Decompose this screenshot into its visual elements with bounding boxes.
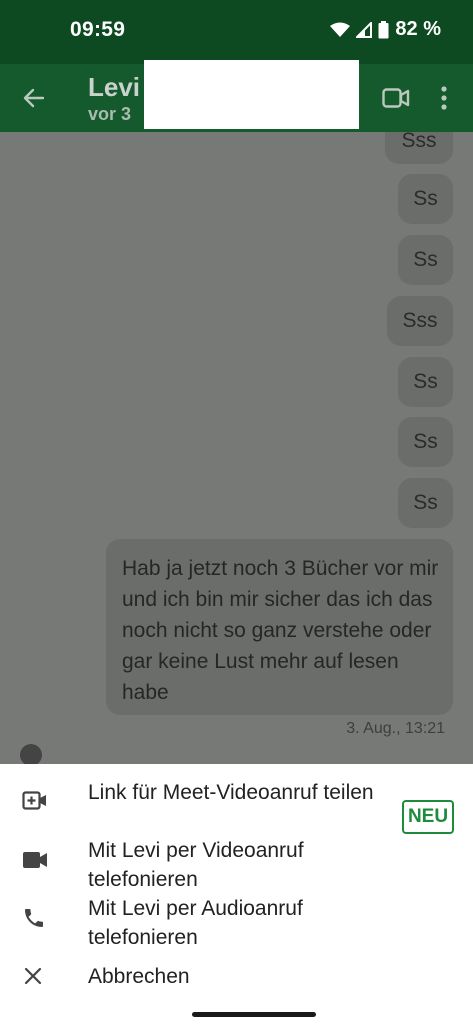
phone-icon <box>22 906 46 935</box>
battery-icon <box>378 20 389 39</box>
message-bubble[interactable]: Ss <box>398 417 453 467</box>
audio-call-label: Mit Levi per Audioanruf telefonieren <box>88 897 303 949</box>
video-call-icon[interactable] <box>382 87 410 114</box>
close-icon <box>22 965 44 992</box>
signal-icon <box>356 21 373 38</box>
call-options-sheet: Link für Meet-Videoanruf teilen NEU Mit … <box>0 764 473 1008</box>
message-bubble[interactable]: Sss <box>387 296 453 346</box>
video-call-option[interactable]: Mit Levi per Videoanruf telefonieren <box>0 836 473 894</box>
share-meet-link-option[interactable]: Link für Meet-Videoanruf teilen NEU <box>0 778 473 836</box>
message-bubble[interactable]: Sss <box>385 132 453 164</box>
share-meet-link-label: Link für Meet-Videoanruf teilen <box>88 781 374 804</box>
redaction-box <box>144 60 359 129</box>
status-time: 09:59 <box>70 18 126 41</box>
message-timestamp: 3. Aug., 13:21 <box>346 720 445 737</box>
contact-status: vor 3 <box>88 104 132 124</box>
video-call-label: Mit Levi per Videoanruf telefonieren <box>88 839 304 891</box>
back-arrow-icon[interactable] <box>22 86 46 115</box>
cancel-label: Abbrechen <box>88 965 190 988</box>
message-bubble[interactable]: Ss <box>398 235 453 285</box>
chat-area: Sss Ss Ss Sss Ss Ss Ss Hab ja jetzt noch… <box>0 132 473 764</box>
new-badge: NEU <box>402 800 454 834</box>
cancel-option[interactable]: Abbrechen <box>0 960 473 1000</box>
status-bar: 09:59 82 % <box>0 0 473 64</box>
message-bubble[interactable]: Ss <box>398 357 453 407</box>
message-bubble[interactable]: Ss <box>398 174 453 224</box>
battery-percentage: 82 % <box>395 18 441 40</box>
add-video-link-icon <box>22 790 48 817</box>
navigation-bar <box>0 1008 473 1024</box>
message-bubble-long[interactable]: Hab ja jetzt noch 3 Bücher vor mir und i… <box>106 539 453 715</box>
status-icons: 82 % <box>330 18 441 41</box>
wifi-icon <box>330 22 351 38</box>
more-vert-icon[interactable] <box>439 85 449 116</box>
home-gesture-handle[interactable] <box>192 1012 316 1017</box>
videocam-icon <box>22 850 48 875</box>
audio-call-option[interactable]: Mit Levi per Audioanruf telefonieren <box>0 894 473 952</box>
contact-name[interactable]: Levi <box>88 72 140 103</box>
message-bubble[interactable]: Ss <box>398 478 453 528</box>
avatar <box>20 744 42 764</box>
